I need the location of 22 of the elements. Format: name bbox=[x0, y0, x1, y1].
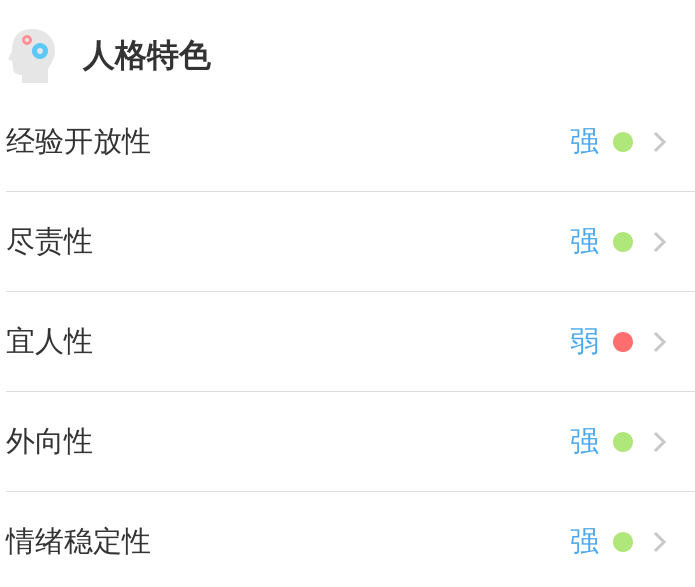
trait-name: 尽责性 bbox=[6, 222, 94, 260]
chevron-icon bbox=[653, 530, 667, 552]
trait-level: 弱 bbox=[570, 322, 599, 360]
section-title: 人格特色 bbox=[83, 35, 211, 76]
trait-level: 强 bbox=[570, 222, 599, 260]
chevron-icon bbox=[653, 230, 667, 252]
chevron-icon bbox=[653, 330, 667, 352]
trait-row[interactable]: 外向性 强 bbox=[6, 392, 695, 492]
trait-row[interactable]: 宜人性 弱 bbox=[6, 292, 695, 392]
chevron-icon bbox=[653, 130, 667, 152]
trait-name: 情绪稳定性 bbox=[6, 522, 152, 560]
trait-name: 宜人性 bbox=[6, 322, 94, 360]
trait-name: 外向性 bbox=[6, 422, 94, 460]
trait-level: 强 bbox=[570, 522, 599, 560]
trait-level: 强 bbox=[570, 122, 599, 160]
trait-level: 强 bbox=[570, 422, 599, 460]
trait-row[interactable]: 尽责性 强 bbox=[6, 192, 695, 292]
trait-name: 经验开放性 bbox=[6, 122, 152, 160]
trait-row[interactable]: 经验开放性 强 bbox=[6, 92, 695, 192]
head-gears-icon bbox=[8, 27, 58, 85]
trait-row[interactable]: 情绪稳定性 强 bbox=[6, 492, 695, 587]
chevron-icon bbox=[653, 430, 667, 452]
